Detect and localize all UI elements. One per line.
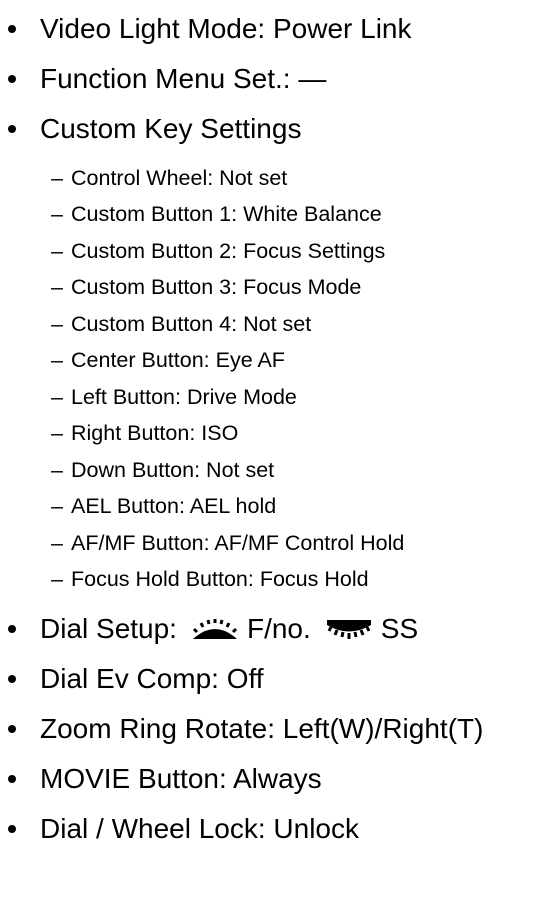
- rear-dial-icon: [326, 620, 371, 639]
- bullet-icon: [8, 825, 16, 833]
- list-item-video-light-mode: Video Light Mode: Power Link: [0, 4, 550, 54]
- dash-marker: –: [51, 202, 63, 227]
- list-item-label: Zoom Ring Rotate: Left(W)/Right(T): [40, 713, 484, 744]
- list-item-label: Function Menu Set.: —: [40, 63, 327, 94]
- list-item-zoom-ring-rotate: Zoom Ring Rotate: Left(W)/Right(T): [0, 704, 550, 754]
- front-dial-icon: [192, 619, 238, 639]
- list-item-label: Dial / Wheel Lock: Unlock: [40, 813, 360, 844]
- list-item-dial-ev-comp: Dial Ev Comp: Off: [0, 654, 550, 704]
- custom-key-sublist: – Control Wheel: Not set – Custom Button…: [0, 154, 550, 604]
- sublist-item: – AF/MF Button: AF/MF Control Hold: [0, 525, 550, 562]
- sublist-item: – Down Button: Not set: [0, 452, 550, 489]
- bullet-icon: [8, 25, 16, 33]
- list-item-dial-wheel-lock: Dial / Wheel Lock: Unlock: [0, 804, 550, 854]
- sublist-item: – Custom Button 4: Not set: [0, 306, 550, 343]
- sublist-item-label: AF/MF Button: AF/MF Control Hold: [71, 530, 405, 555]
- rear-dial-value: SS: [380, 613, 419, 644]
- dash-marker: –: [51, 457, 63, 482]
- sublist-item-label: Left Button: Drive Mode: [71, 384, 297, 409]
- sublist-item-label: Focus Hold Button: Focus Hold: [71, 567, 369, 592]
- bullet-icon: [8, 675, 16, 683]
- bullet-icon: [8, 125, 16, 133]
- dash-marker: –: [51, 384, 63, 409]
- sublist-item: – Focus Hold Button: Focus Hold: [0, 562, 550, 599]
- list-item-label: Dial Setup:: [40, 613, 177, 644]
- sublist-item-label: Custom Button 3: Focus Mode: [71, 275, 362, 300]
- sublist-item: – AEL Button: AEL hold: [0, 489, 550, 526]
- settings-list: Video Light Mode: Power Link Function Me…: [0, 0, 550, 917]
- sublist-item: – Center Button: Eye AF: [0, 343, 550, 380]
- sublist-item: – Control Wheel: Not set: [0, 160, 550, 197]
- sublist-item-label: Custom Button 4: Not set: [71, 311, 312, 336]
- sublist-item: – Custom Button 1: White Balance: [0, 197, 550, 234]
- dash-marker: –: [51, 238, 63, 263]
- bullet-icon: [8, 75, 16, 83]
- sublist-item-label: Right Button: ISO: [71, 421, 239, 446]
- sublist-item: – Left Button: Drive Mode: [0, 379, 550, 416]
- list-item-custom-key-settings: Custom Key Settings: [0, 104, 550, 154]
- dash-marker: –: [51, 348, 63, 373]
- dash-marker: –: [51, 275, 63, 300]
- list-item-label: Dial Ev Comp: Off: [40, 663, 264, 694]
- dash-marker: –: [51, 311, 63, 336]
- front-dial-value: F/no.: [246, 613, 311, 644]
- sublist-item-label: Custom Button 1: White Balance: [71, 202, 382, 227]
- bullet-icon: [8, 775, 16, 783]
- dash-marker: –: [51, 530, 63, 555]
- sublist-item-label: Control Wheel: Not set: [71, 165, 288, 190]
- dash-marker: –: [51, 165, 63, 190]
- list-item-label: Video Light Mode: Power Link: [40, 13, 412, 44]
- sublist-item: – Right Button: ISO: [0, 416, 550, 453]
- list-item-label: MOVIE Button: Always: [40, 763, 322, 794]
- dash-marker: –: [51, 421, 63, 446]
- sublist-item-label: AEL Button: AEL hold: [71, 494, 277, 519]
- dash-marker: –: [51, 494, 63, 519]
- list-item-dial-setup: Dial Setup: F/no. SS: [0, 604, 550, 654]
- sublist-item: – Custom Button 2: Focus Settings: [0, 233, 550, 270]
- list-item-label: Custom Key Settings: [40, 113, 302, 144]
- list-item-function-menu-set: Function Menu Set.: —: [0, 54, 550, 104]
- bullet-icon: [8, 625, 16, 633]
- list-item-movie-button: MOVIE Button: Always: [0, 754, 550, 804]
- sublist-item-label: Down Button: Not set: [71, 457, 275, 482]
- bullet-icon: [8, 725, 16, 733]
- dash-marker: –: [51, 567, 63, 592]
- sublist-item: – Custom Button 3: Focus Mode: [0, 270, 550, 307]
- sublist-item-label: Custom Button 2: Focus Settings: [71, 238, 386, 263]
- sublist-item-label: Center Button: Eye AF: [71, 348, 285, 373]
